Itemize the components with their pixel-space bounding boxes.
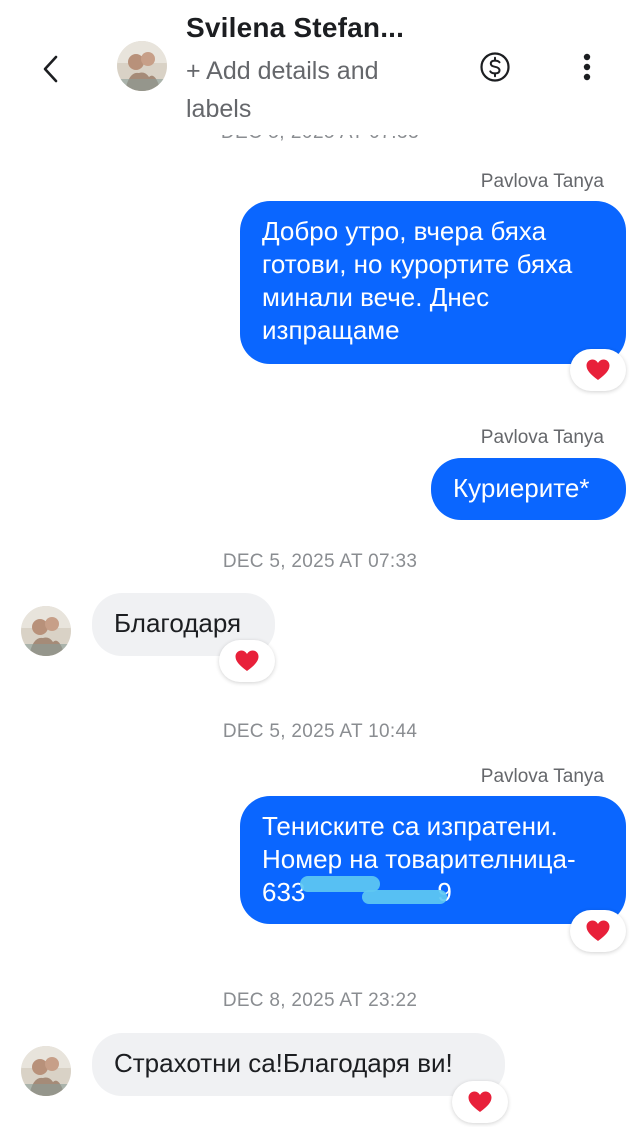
heart-reaction[interactable] — [452, 1081, 508, 1123]
heart-icon — [586, 920, 610, 941]
chat-screen: DEC 5, 2025 AT 07:33 Svilena Stefan... +… — [0, 0, 640, 1127]
heart-reaction[interactable] — [570, 910, 626, 952]
message-bubble-outgoing[interactable]: Тениските са изпратени. Номер на товарит… — [240, 796, 626, 924]
more-options-button[interactable] — [566, 46, 608, 88]
chat-header: Svilena Stefan... + Add details and labe… — [0, 0, 640, 135]
timestamp: DEC 8, 2025 AT 23:22 — [222, 990, 418, 1011]
sender-name: Pavlova Tanya — [480, 427, 604, 448]
redaction-mark — [362, 890, 447, 904]
dollar-circle-icon — [480, 52, 510, 82]
contact-avatar[interactable] — [21, 1046, 71, 1096]
contact-name[interactable]: Svilena Stefan... — [186, 12, 404, 44]
chevron-left-icon — [43, 55, 58, 83]
heart-icon — [586, 359, 610, 380]
timestamp: DEC 5, 2025 AT 10:44 — [222, 721, 418, 742]
contact-avatar[interactable] — [117, 41, 167, 91]
payment-button[interactable] — [474, 46, 516, 88]
sender-name: Pavlova Tanya — [480, 766, 604, 787]
message-line: Тениските са изпратени. — [262, 811, 558, 841]
heart-reaction[interactable] — [570, 349, 626, 391]
heart-icon — [235, 650, 259, 671]
contact-avatar[interactable] — [21, 606, 71, 656]
message-bubble-outgoing[interactable]: Добро утро, вчера бяха готови, но курорт… — [240, 201, 626, 364]
heart-reaction[interactable] — [219, 640, 275, 682]
tracking-number-start: 633 — [262, 877, 306, 907]
heart-icon — [468, 1091, 492, 1112]
back-button[interactable] — [30, 48, 72, 90]
message-line: Номер на товарителница- — [262, 844, 576, 874]
add-details-link[interactable]: + Add details and labels — [186, 52, 436, 128]
more-vertical-icon — [583, 53, 591, 81]
message-bubble-outgoing[interactable]: Куриерите* — [431, 458, 626, 520]
sender-name: Pavlova Tanya — [480, 171, 604, 192]
timestamp: DEC 5, 2025 AT 07:33 — [222, 551, 418, 572]
message-bubble-incoming[interactable]: Страхотни са!Благодаря ви! — [92, 1033, 505, 1096]
